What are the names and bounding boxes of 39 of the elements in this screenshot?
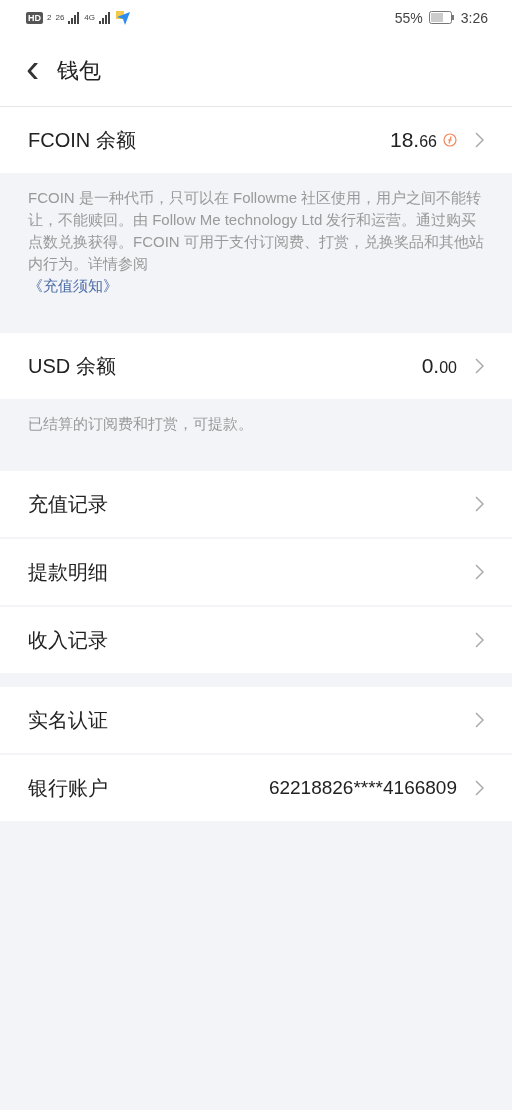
chevron-right-icon	[475, 712, 484, 728]
terms-link[interactable]: 《充值须知》	[28, 275, 484, 297]
page-title: 钱包	[57, 56, 102, 85]
back-button[interactable]: ‹	[26, 47, 40, 94]
account-number: 62218826****4166809	[268, 777, 457, 799]
menu-row[interactable]: FCOIN 余额 18.66	[0, 107, 512, 173]
row-label: USD 余额	[28, 353, 117, 379]
info-note: 已结算的订阅费和打赏，可提款。	[27, 414, 254, 434]
row-label: 提款明细	[28, 559, 109, 585]
menu-row[interactable]: 银行账户 62218826****4166809	[0, 755, 512, 821]
menu-row[interactable]: 提款明细	[0, 539, 512, 605]
clock: 3:26	[460, 9, 488, 26]
balance-amount: 18.66	[390, 128, 437, 152]
chevron-right-icon	[475, 496, 484, 512]
menu-row[interactable]: 实名认证	[0, 687, 512, 753]
row-label: 充值记录	[28, 491, 109, 517]
row-label: FCOIN 余额	[28, 127, 137, 153]
chevron-right-icon	[475, 358, 484, 374]
paper-plane-icon	[115, 9, 132, 26]
chevron-right-icon	[475, 780, 484, 796]
chevron-right-icon	[475, 132, 484, 148]
battery-percent: 55%	[394, 9, 423, 26]
signal-icon	[99, 11, 112, 24]
balance-amount: 0.00	[421, 354, 457, 378]
menu-row[interactable]: USD 余额 0.00	[0, 333, 512, 399]
menu-row[interactable]: 收入记录	[0, 607, 512, 673]
chevron-right-icon	[475, 564, 484, 580]
row-label: 银行账户	[28, 775, 109, 801]
row-label: 实名认证	[28, 707, 109, 733]
sim-indicator: 2	[47, 13, 52, 22]
info-note: FCOIN 是一种代币，只可以在 Followme 社区使用，用户之间不能转让，不能赎回。由 Follow Me technology Ltd 发行和运营。通过购买点数兑换获得。FCOIN 可用于支付订阅费、打赏，兑换奖品和其他站内行为。详情参阅 《充值须知》	[0, 173, 512, 319]
battery-icon	[428, 11, 455, 24]
signal-icon	[68, 11, 81, 24]
hd-indicator: HD	[26, 11, 43, 24]
row-label: 收入记录	[28, 627, 109, 653]
menu-row[interactable]: 充值记录	[0, 471, 512, 537]
network-label: 4G	[84, 13, 96, 22]
chevron-right-icon	[475, 632, 484, 648]
network-label: 26	[55, 13, 65, 22]
